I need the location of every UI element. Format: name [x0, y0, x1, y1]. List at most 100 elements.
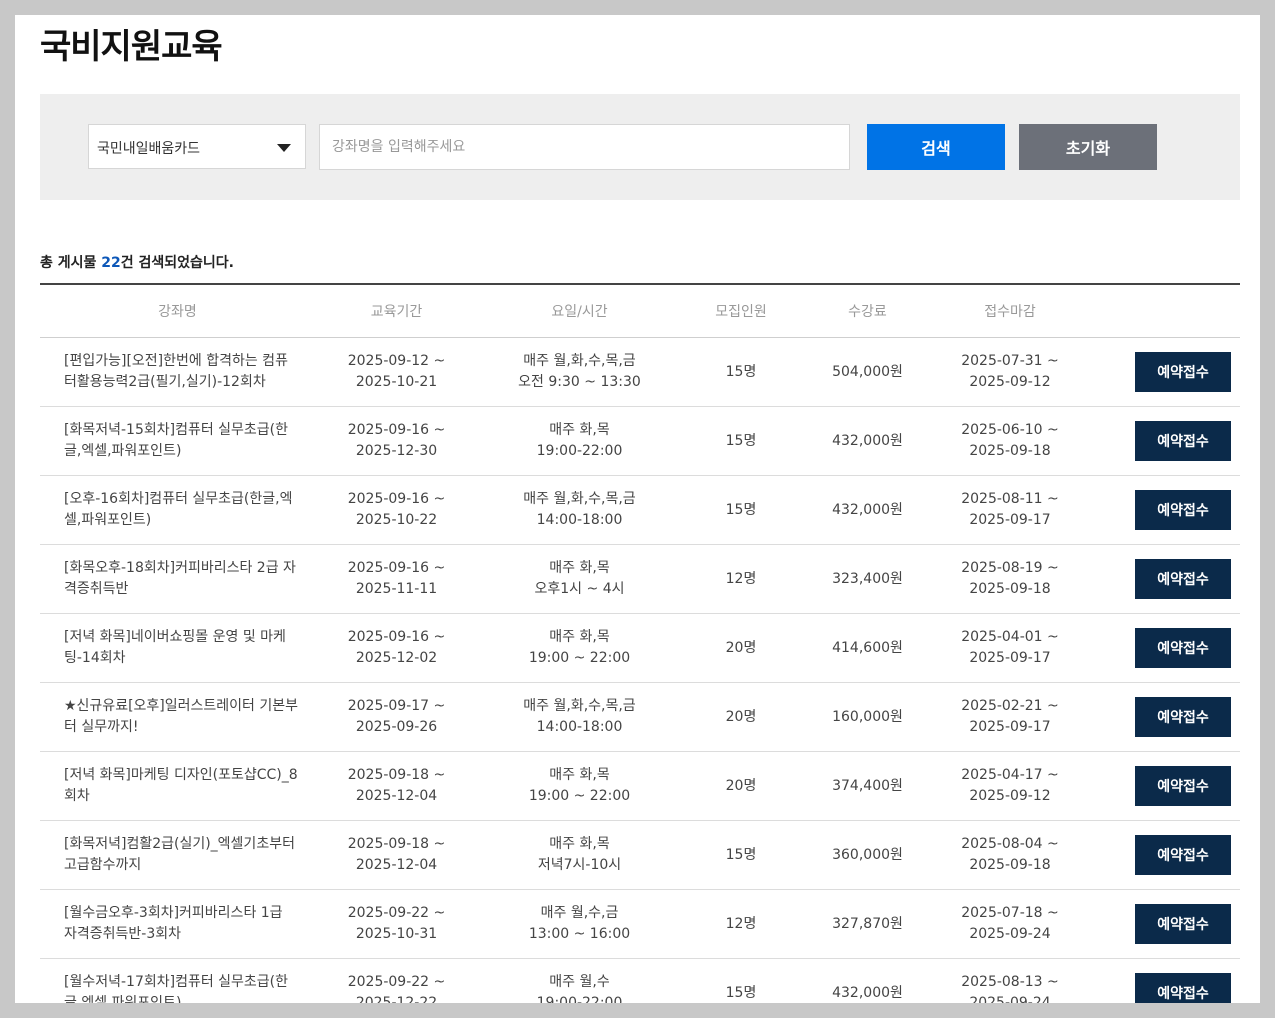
course-name[interactable]: [화목저녁]컴활2급(실기)_엑셀기초부터 고급함수까지: [64, 834, 299, 876]
page-container: 국비지원교육 국민내일배움카드 검색 초기화 총 게시물 22건 검색되었습니다…: [15, 15, 1260, 1003]
reserve-button[interactable]: 예약접수: [1135, 973, 1231, 1003]
reserve-button[interactable]: 예약접수: [1135, 904, 1231, 944]
course-name-cell: [저녁 화목]마케팅 디자인(포토샵CC)_8회차: [40, 751, 315, 821]
column-header-deadline: 접수마감: [934, 283, 1086, 338]
reserve-button[interactable]: 예약접수: [1135, 697, 1231, 737]
schedule-days: 매주 월,화,수,목,금: [523, 353, 636, 369]
table-row: [화목저녁]컴활2급(실기)_엑셀기초부터 고급함수까지 2025-09-18 ~…: [40, 820, 1240, 890]
schedule-days: 매주 화,목: [549, 422, 610, 438]
deadline-start: 2025-02-21 ~: [961, 698, 1059, 714]
result-count-suffix: 건 검색되었습니다.: [120, 255, 234, 271]
category-select[interactable]: 국민내일배움카드: [88, 124, 306, 169]
period-start: 2025-09-22 ~: [347, 905, 446, 921]
period-end: 2025-10-21: [355, 374, 438, 390]
search-button[interactable]: 검색: [867, 124, 1005, 170]
course-name[interactable]: [월수금오후-3회차]커피바리스타 1급 자격증취득반-3회차: [64, 903, 299, 945]
action-cell: 예약접수: [1086, 958, 1240, 1003]
column-header-period: 교육기간: [315, 283, 478, 338]
action-cell: 예약접수: [1086, 751, 1240, 821]
deadline-cell: 2025-08-19 ~ 2025-09-18: [934, 544, 1086, 614]
schedule-cell: 매주 월,화,수,목,금 오전 9:30 ~ 13:30: [478, 337, 681, 407]
fee-cell: 432,000원: [801, 958, 934, 1003]
table-row: [화목저녁-15회차]컴퓨터 실무초급(한글,엑셀,파워포인트) 2025-09-…: [40, 406, 1240, 476]
action-cell: 예약접수: [1086, 613, 1240, 683]
period-end: 2025-12-02: [355, 650, 438, 666]
schedule-days: 매주 화,목: [549, 560, 610, 576]
action-cell: 예약접수: [1086, 475, 1240, 545]
period-start: 2025-09-16 ~: [347, 491, 446, 507]
capacity-cell: 15명: [681, 820, 801, 890]
page-title: 국비지원교육: [40, 27, 223, 67]
course-name[interactable]: ★신규유료[오후]일러스트레이터 기본부터 실무까지!: [64, 696, 299, 738]
fee-cell: 374,400원: [801, 751, 934, 821]
capacity-cell: 15명: [681, 475, 801, 545]
course-name[interactable]: [저녁 화목]마케팅 디자인(포토샵CC)_8회차: [64, 765, 299, 807]
schedule-cell: 매주 월,화,수,목,금 14:00-18:00: [478, 682, 681, 752]
reserve-button[interactable]: 예약접수: [1135, 490, 1231, 530]
course-search-input[interactable]: [319, 124, 850, 170]
reserve-button[interactable]: 예약접수: [1135, 628, 1231, 668]
course-name[interactable]: [편입가능][오전]한번에 합격하는 컴퓨터활용능력2급(필기,실기)-12회차: [64, 351, 299, 393]
course-name[interactable]: [저녁 화목]네이버쇼핑몰 운영 및 마케팅-14회차: [64, 627, 299, 669]
course-name-cell: ★신규유료[오후]일러스트레이터 기본부터 실무까지!: [40, 682, 315, 752]
reserve-button[interactable]: 예약접수: [1135, 352, 1231, 392]
period-start: 2025-09-17 ~: [347, 698, 446, 714]
period-cell: 2025-09-12 ~ 2025-10-21: [315, 337, 478, 407]
search-panel: 국민내일배움카드 검색 초기화: [40, 94, 1240, 200]
schedule-time: 오후1시 ~ 4시: [534, 581, 625, 597]
reserve-button[interactable]: 예약접수: [1135, 559, 1231, 599]
action-cell: 예약접수: [1086, 820, 1240, 890]
schedule-days: 매주 월,화,수,목,금: [523, 698, 636, 714]
schedule-days: 매주 월,수,금: [540, 905, 619, 921]
schedule-time: 저녁7시-10시: [537, 857, 622, 873]
deadline-cell: 2025-08-11 ~ 2025-09-17: [934, 475, 1086, 545]
period-end: 2025-10-31: [355, 926, 438, 942]
course-name-cell: [월수저녁-17회차]컴퓨터 실무초급(한글,엑셀,파워포인트): [40, 958, 315, 1003]
course-name-cell: [화목저녁]컴활2급(실기)_엑셀기초부터 고급함수까지: [40, 820, 315, 890]
fee-cell: 160,000원: [801, 682, 934, 752]
schedule-cell: 매주 월,화,수,목,금 14:00-18:00: [478, 475, 681, 545]
course-name[interactable]: [화목오후-18회차]커피바리스타 2급 자격증취득반: [64, 558, 299, 600]
fee-cell: 323,400원: [801, 544, 934, 614]
reserve-button[interactable]: 예약접수: [1135, 421, 1231, 461]
action-cell: 예약접수: [1086, 406, 1240, 476]
course-name[interactable]: [화목저녁-15회차]컴퓨터 실무초급(한글,엑셀,파워포인트): [64, 420, 299, 462]
schedule-time: 19:00 ~ 22:00: [528, 650, 631, 666]
deadline-end: 2025-09-17: [969, 650, 1051, 666]
period-cell: 2025-09-16 ~ 2025-10-22: [315, 475, 478, 545]
period-start: 2025-09-16 ~: [347, 629, 446, 645]
table-row: [월수저녁-17회차]컴퓨터 실무초급(한글,엑셀,파워포인트) 2025-09-…: [40, 958, 1240, 1003]
fee-cell: 414,600원: [801, 613, 934, 683]
course-name[interactable]: [오후-16회차]컴퓨터 실무초급(한글,엑셀,파워포인트): [64, 489, 299, 531]
reset-button[interactable]: 초기화: [1019, 124, 1157, 170]
course-name[interactable]: [월수저녁-17회차]컴퓨터 실무초급(한글,엑셀,파워포인트): [64, 972, 299, 1003]
course-name-cell: [화목오후-18회차]커피바리스타 2급 자격증취득반: [40, 544, 315, 614]
reserve-button[interactable]: 예약접수: [1135, 766, 1231, 806]
deadline-cell: 2025-04-17 ~ 2025-09-12: [934, 751, 1086, 821]
reserve-button[interactable]: 예약접수: [1135, 835, 1231, 875]
period-cell: 2025-09-18 ~ 2025-12-04: [315, 751, 478, 821]
period-start: 2025-09-22 ~: [347, 974, 446, 990]
deadline-end: 2025-09-18: [969, 581, 1051, 597]
deadline-start: 2025-08-11 ~: [961, 491, 1059, 507]
capacity-cell: 12명: [681, 889, 801, 959]
schedule-time: 19:00-22:00: [536, 995, 623, 1003]
course-table: 강좌명 교육기간 요일/시간 모집인원 수강료 접수마감 [편입가능][오전]한…: [40, 283, 1240, 1003]
category-select-value: 국민내일배움카드: [97, 141, 201, 157]
period-start: 2025-09-18 ~: [347, 767, 446, 783]
deadline-end: 2025-09-17: [969, 512, 1051, 528]
period-end: 2025-10-22: [355, 512, 438, 528]
fee-cell: 432,000원: [801, 475, 934, 545]
course-name-cell: [화목저녁-15회차]컴퓨터 실무초급(한글,엑셀,파워포인트): [40, 406, 315, 476]
schedule-days: 매주 월,화,수,목,금: [523, 491, 636, 507]
fee-cell: 360,000원: [801, 820, 934, 890]
table-row: [저녁 화목]네이버쇼핑몰 운영 및 마케팅-14회차 2025-09-16 ~2…: [40, 613, 1240, 683]
action-cell: 예약접수: [1086, 682, 1240, 752]
table-row: [편입가능][오전]한번에 합격하는 컴퓨터활용능력2급(필기,실기)-12회차…: [40, 337, 1240, 407]
capacity-cell: 20명: [681, 613, 801, 683]
column-header-course-name: 강좌명: [40, 283, 315, 338]
deadline-cell: 2025-08-13 ~ 2025-09-24: [934, 958, 1086, 1003]
course-table-body: [편입가능][오전]한번에 합격하는 컴퓨터활용능력2급(필기,실기)-12회차…: [40, 337, 1240, 1003]
period-cell: 2025-09-16 ~ 2025-12-02: [315, 613, 478, 683]
column-header-fee: 수강료: [801, 283, 934, 338]
